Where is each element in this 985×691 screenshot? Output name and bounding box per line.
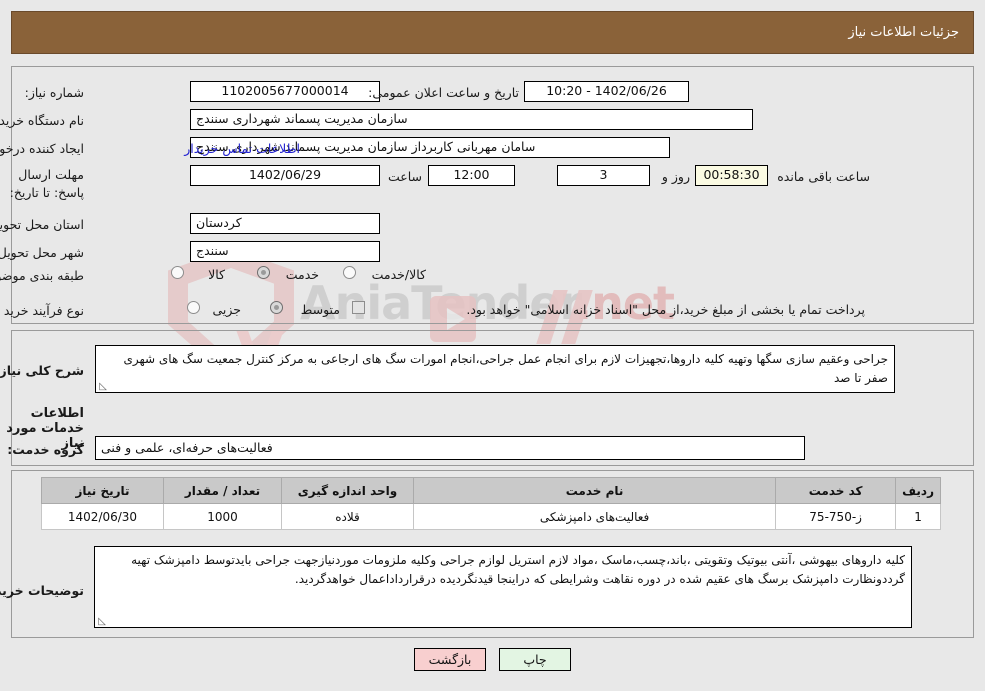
page-title: جزئیات اطلاعات نیاز: [848, 25, 959, 40]
deadline-days-field[interactable]: 3: [557, 165, 650, 186]
buyer-contact-link[interactable]: اطلاعات تماس خریدار: [184, 141, 300, 156]
buyer-org-label: نام دستگاه خریدار:: [0, 113, 84, 128]
return-button[interactable]: بازگشت: [414, 648, 486, 671]
deadline-countdown-field: 00:58:30: [695, 165, 768, 186]
treasury-docs-label: پرداخت تمام یا بخشی از مبلغ خرید،از محل …: [466, 302, 865, 317]
action-button-bar: چاپ بازگشت: [0, 648, 985, 671]
deadline-date-field[interactable]: 1402/06/29: [190, 165, 380, 186]
table-row: 1 ز-750-75 فعالیت‌های دامپزشکی قلاده 100…: [41, 503, 941, 530]
requester-label: ایجاد کننده درخواست:: [0, 141, 84, 156]
deadline-hour-field[interactable]: 12:00: [428, 165, 515, 186]
deadline-hour-label: ساعت: [387, 169, 422, 184]
page-root: V AniaTender.net جزئیات اطلاعات نیاز شما…: [0, 0, 985, 691]
category-option-kala-khedmat[interactable]: کالا/خدمت: [372, 267, 426, 282]
purchase-option-jozee[interactable]: جزیی: [212, 302, 241, 317]
purchase-radio-jozee[interactable]: [187, 301, 200, 314]
need-number-label: شماره نیاز:: [24, 85, 84, 100]
col-code: کد خدمت: [775, 477, 897, 504]
col-qty: تعداد / مقدار: [163, 477, 282, 504]
cell-unit: قلاده: [281, 503, 414, 530]
deadline-countdown-suffix: ساعت باقی مانده: [777, 169, 870, 184]
services-table: ردیف کد خدمت نام خدمت واحد اندازه گیری ت…: [41, 477, 941, 530]
province-label: استان محل تحویل:: [0, 217, 84, 232]
category-radio-khedmat[interactable]: [257, 266, 270, 279]
col-name: نام خدمت: [412, 477, 777, 504]
cell-radif: 1: [895, 503, 941, 530]
page-header: جزئیات اطلاعات نیاز: [11, 11, 974, 54]
cell-date: 1402/06/30: [41, 503, 164, 530]
purchase-option-motevasset[interactable]: متوسط: [301, 302, 340, 317]
category-radio-kala[interactable]: [171, 266, 184, 279]
buyer-org-field[interactable]: سازمان مدیریت پسماند شهرداری سنندج: [190, 109, 753, 130]
resize-grip-icon[interactable]: ◺: [98, 382, 107, 392]
buyer-notes-text: کلیه داروهای بیهوشی ،آنتی بیوتیک وتقویتی…: [131, 553, 905, 586]
purchase-process-label: نوع فرآیند خرید :: [0, 303, 84, 318]
col-radif: ردیف: [895, 477, 941, 504]
treasury-docs-checkbox[interactable]: [352, 301, 365, 314]
summary-label: شرح کلی نیاز:: [0, 363, 84, 378]
category-radio-kala-khedmat[interactable]: [343, 266, 356, 279]
cell-code: ز-750-75: [775, 503, 897, 530]
cell-name: فعالیت‌های دامپزشکی: [412, 503, 777, 530]
resize-grip-icon-2[interactable]: ◺: [97, 617, 106, 627]
service-group-label: گروه خدمت:: [7, 442, 84, 457]
services-table-wrapper: ردیف کد خدمت نام خدمت واحد اندازه گیری ت…: [41, 477, 941, 530]
buyer-notes-textarea[interactable]: کلیه داروهای بیهوشی ،آنتی بیوتیک وتقویتی…: [94, 546, 912, 628]
province-field[interactable]: کردستان: [190, 213, 380, 234]
public-announce-label: تاریخ و ساعت اعلان عمومی:: [368, 85, 519, 100]
cell-qty: 1000: [163, 503, 282, 530]
col-unit: واحد اندازه گیری: [281, 477, 414, 504]
deadline-label: مهلت ارسال پاسخ: تا تاریخ:: [9, 167, 84, 201]
table-header-row: ردیف کد خدمت نام خدمت واحد اندازه گیری ت…: [41, 477, 941, 504]
print-button[interactable]: چاپ: [499, 648, 571, 671]
summary-textarea[interactable]: جراحی وعقیم سازی سگها وتهیه کلیه داروها،…: [95, 345, 895, 393]
category-label: طبقه بندی موضوعی:: [0, 268, 84, 283]
need-number-field[interactable]: 1102005677000014: [190, 81, 380, 102]
public-announce-field[interactable]: 1402/06/26 - 10:20: [524, 81, 689, 102]
purchase-radio-motevasset[interactable]: [270, 301, 283, 314]
deadline-days-suffix: روز و: [661, 169, 690, 184]
buyer-notes-label: توضیحات خریدار:: [0, 583, 84, 598]
city-label: شهر محل تحویل:: [0, 245, 84, 260]
city-field[interactable]: سنندج: [190, 241, 380, 262]
service-group-field[interactable]: فعالیت‌های حرفه‌ای، علمی و فنی: [95, 436, 805, 460]
need-info-panel: [11, 66, 974, 324]
category-option-khedmat[interactable]: خدمت: [286, 267, 319, 282]
col-date: تاریخ نیاز: [41, 477, 164, 504]
summary-text: جراحی وعقیم سازی سگها وتهیه کلیه داروها،…: [123, 352, 888, 385]
category-option-kala[interactable]: کالا: [208, 267, 225, 282]
